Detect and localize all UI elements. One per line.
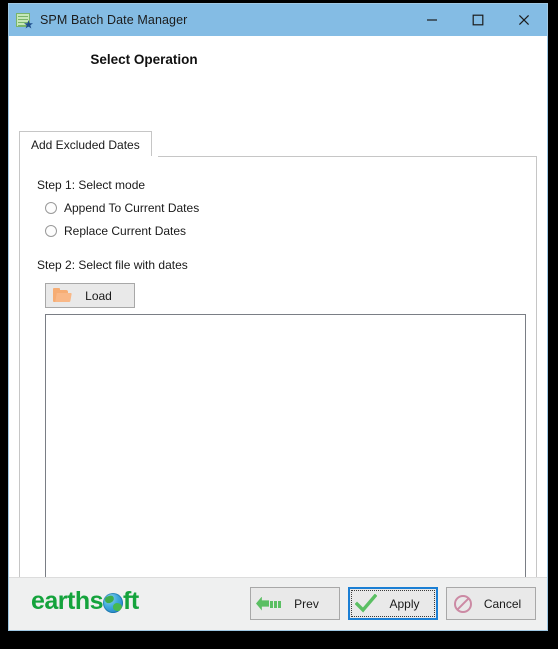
close-button[interactable] xyxy=(501,4,547,36)
radio-replace-current-dates[interactable]: Replace Current Dates xyxy=(45,224,186,238)
radio-icon xyxy=(45,202,57,214)
maximize-icon xyxy=(472,14,484,26)
globe-icon xyxy=(103,592,124,613)
title-bar: SPM Batch Date Manager xyxy=(9,4,547,36)
arrow-left-icon xyxy=(256,593,280,615)
apply-button-label: Apply xyxy=(389,596,420,611)
tab-panel: Step 1: Select mode Append To Current Da… xyxy=(19,156,537,615)
apply-button[interactable]: Apply xyxy=(348,587,438,620)
cancel-button[interactable]: Cancel xyxy=(446,587,536,620)
prev-button-label: Prev xyxy=(294,596,319,611)
minimize-icon xyxy=(426,14,438,26)
window-controls xyxy=(409,4,547,36)
maximize-button[interactable] xyxy=(455,4,501,36)
logo-text-before: earths xyxy=(31,587,104,615)
radio-icon xyxy=(45,225,57,237)
step2-label: Step 2: Select file with dates xyxy=(37,258,188,272)
footer-buttons: Prev Apply Cancel xyxy=(250,587,536,620)
tab-label: Add Excluded Dates xyxy=(31,137,140,152)
earthsoft-logo: earths ft xyxy=(31,589,139,614)
folder-open-icon xyxy=(53,287,72,303)
load-button-label: Load xyxy=(85,288,112,303)
check-icon xyxy=(355,593,379,615)
dates-textarea[interactable] xyxy=(45,314,526,615)
radio-label: Append To Current Dates xyxy=(64,201,200,215)
calendar-star-icon xyxy=(16,12,33,29)
tab-panel-seam xyxy=(20,156,158,157)
no-entry-icon xyxy=(452,593,476,615)
load-button[interactable]: Load xyxy=(45,283,135,308)
cancel-button-label: Cancel xyxy=(483,596,522,611)
minimize-button[interactable] xyxy=(409,4,455,36)
step1-label: Step 1: Select mode xyxy=(37,178,146,192)
app-window: SPM Batch Date Manager Select Operation xyxy=(8,3,548,631)
footer-bar: earths ft Prev Apply Cancel xyxy=(9,577,547,630)
close-icon xyxy=(518,14,530,26)
logo-text-after: ft xyxy=(123,587,139,615)
tab-strip: Add Excluded Dates xyxy=(19,131,537,157)
tab-add-excluded-dates[interactable]: Add Excluded Dates xyxy=(19,131,152,157)
radio-append-to-current-dates[interactable]: Append To Current Dates xyxy=(45,201,199,215)
prev-button[interactable]: Prev xyxy=(250,587,340,620)
radio-label: Replace Current Dates xyxy=(64,224,187,238)
main-content: Select Operation Add Excluded Dates Step… xyxy=(9,36,547,615)
window-title: SPM Batch Date Manager xyxy=(40,13,188,27)
page-title: Select Operation xyxy=(90,52,198,67)
